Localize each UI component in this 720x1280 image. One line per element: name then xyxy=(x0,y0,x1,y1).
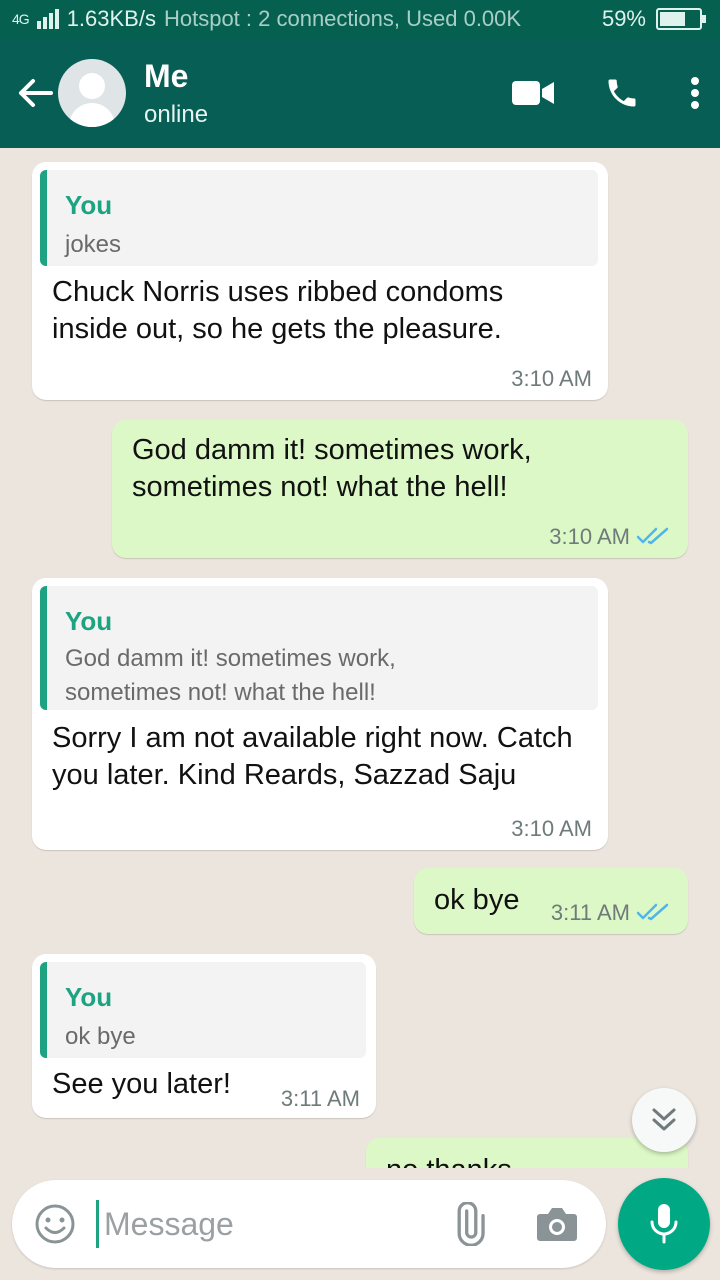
back-button[interactable] xyxy=(12,77,58,109)
video-camera-icon xyxy=(512,81,554,105)
quote-text: ok bye xyxy=(65,1023,136,1050)
double-check-icon xyxy=(636,527,669,545)
network-type: 4G xyxy=(12,11,30,27)
battery-icon xyxy=(656,8,706,30)
message-input[interactable] xyxy=(104,1202,434,1246)
contact-name: Me xyxy=(144,57,189,94)
paperclip-icon xyxy=(457,1201,485,1247)
camera-icon xyxy=(537,1208,577,1241)
quote-text: jokes xyxy=(65,231,122,258)
camera-button[interactable] xyxy=(536,1204,578,1249)
message-incoming[interactable]: You jokes Chuck Norris uses ribbed condo… xyxy=(32,162,608,400)
hotspot-info: Hotspot : 2 connections, Used 0.00K xyxy=(163,6,522,31)
chat-area[interactable]: You jokes Chuck Norris uses ribbed condo… xyxy=(0,148,720,1168)
text-cursor xyxy=(96,1200,99,1248)
attach-button[interactable] xyxy=(446,1201,490,1251)
message-incoming[interactable]: You God damm it! sometimes work, sometim… xyxy=(32,578,608,850)
message-text: See you later! xyxy=(52,1068,231,1100)
quoted-message[interactable]: You God damm it! sometimes work, sometim… xyxy=(40,586,598,710)
message-outgoing[interactable]: God damm it! sometimes work, sometimes n… xyxy=(112,420,688,558)
chat-header: Me online xyxy=(0,38,720,148)
contact-status: online xyxy=(144,100,209,128)
message-outgoing[interactable]: no thanks xyxy=(366,1138,688,1168)
double-check-icon xyxy=(636,903,669,921)
quote-author: You xyxy=(65,982,113,1012)
contact-info[interactable]: Me online xyxy=(144,58,208,129)
quoted-message[interactable]: You jokes xyxy=(40,170,598,266)
message-text: Chuck Norris uses ribbed condoms inside … xyxy=(52,276,504,345)
voice-call-button[interactable] xyxy=(604,75,640,111)
phone-icon xyxy=(608,79,636,107)
message-text: ok bye xyxy=(434,884,520,916)
message-composer xyxy=(12,1180,606,1268)
double-chevron-down-icon xyxy=(652,1108,676,1131)
message-incoming[interactable]: You ok bye See you later! 3:11 AM xyxy=(32,954,376,1118)
message-time: 3:11 AM xyxy=(280,1086,360,1111)
message-time: 3:10 AM xyxy=(511,366,592,391)
quote-text: God damm it! sometimes work, sometimes n… xyxy=(65,645,396,706)
data-speed: 1.63KB/s xyxy=(66,6,156,31)
message-text: God damm it! sometimes work, sometimes n… xyxy=(132,434,532,503)
message-text: Sorry I am not available right now. Catc… xyxy=(52,722,573,791)
quoted-message[interactable]: You ok bye xyxy=(40,962,366,1058)
message-outgoing[interactable]: ok bye 3:11 AM xyxy=(414,868,688,934)
signal-icon xyxy=(36,9,59,29)
status-bar: 4G 1.63KB/s Hotspot : 2 connections, Use… xyxy=(0,0,720,38)
emoji-button[interactable] xyxy=(34,1203,76,1250)
more-options-button[interactable] xyxy=(690,76,700,110)
message-text: no thanks xyxy=(386,1152,512,1168)
scroll-to-bottom-button[interactable] xyxy=(632,1088,696,1152)
message-time: 3:11 AM xyxy=(550,900,630,925)
message-time: 3:10 AM xyxy=(549,524,630,549)
battery-percent: 59% xyxy=(601,6,646,31)
more-vertical-icon xyxy=(691,77,699,109)
avatar[interactable] xyxy=(58,59,126,127)
message-time: 3:10 AM xyxy=(511,816,592,841)
microphone-icon xyxy=(650,1204,678,1244)
quote-author: You xyxy=(65,606,113,636)
arrow-left-icon xyxy=(19,79,53,107)
emoji-icon xyxy=(35,1204,75,1244)
video-call-button[interactable] xyxy=(512,79,554,107)
quote-author: You xyxy=(65,190,113,220)
voice-record-button[interactable] xyxy=(618,1178,710,1270)
